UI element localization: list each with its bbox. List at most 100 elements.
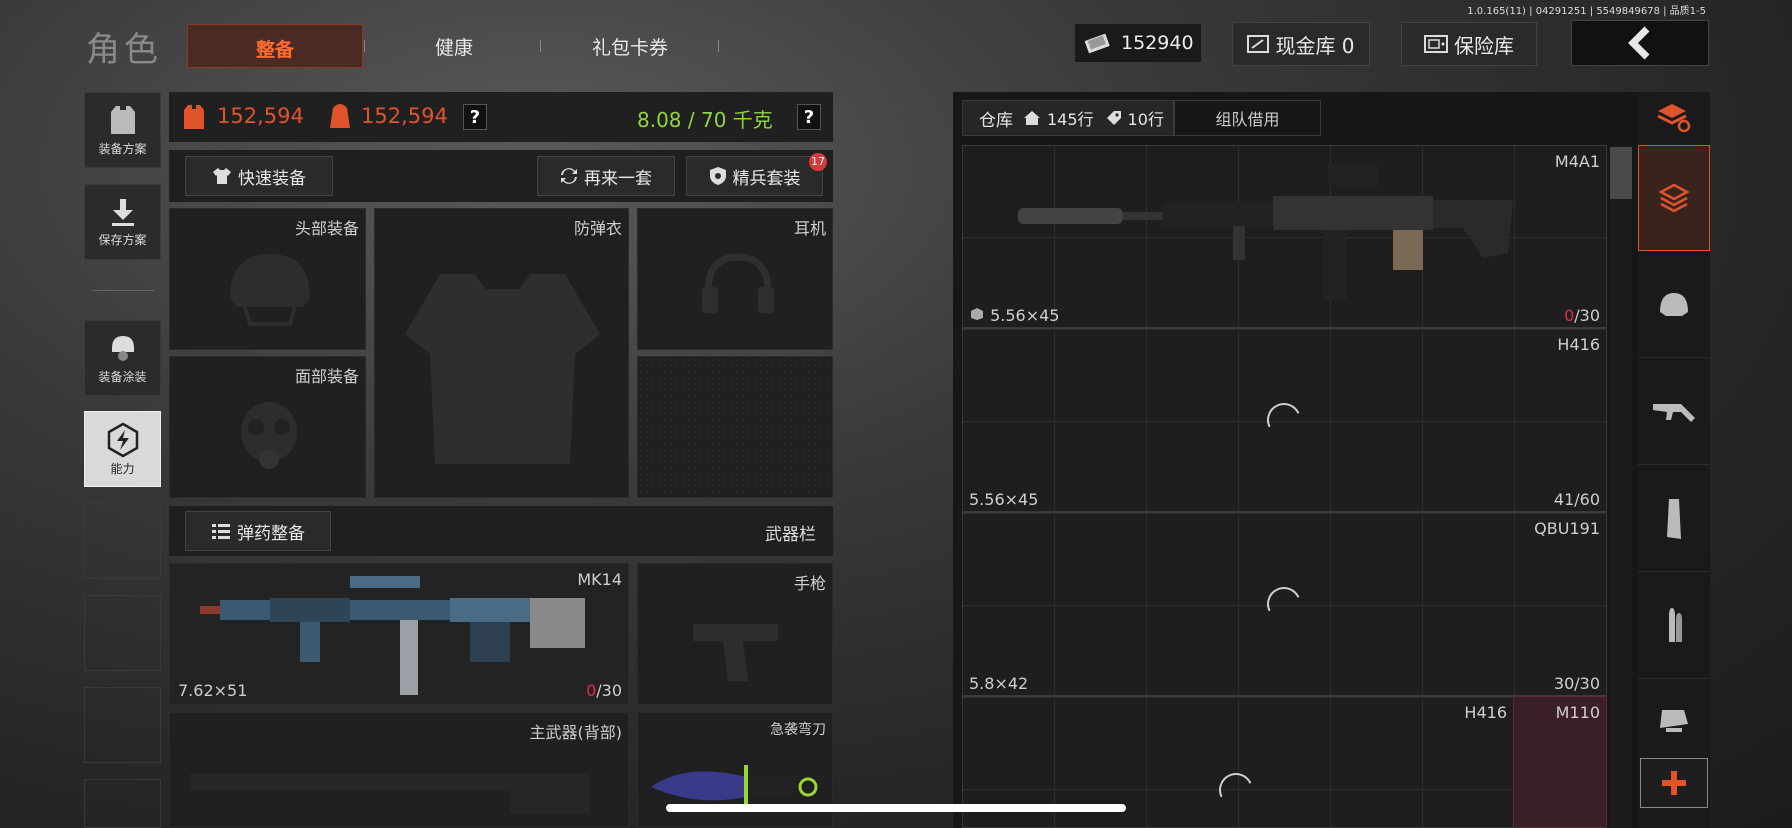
- warehouse-item-name: H416: [1557, 335, 1600, 354]
- cash-vault-button[interactable]: 现金库 0: [1232, 22, 1370, 66]
- magazine-icon: [1667, 498, 1681, 539]
- stack-icon: [1658, 183, 1690, 213]
- stats-bar: 152,594 152,594 ? 8.08 / 70 千克 ?: [169, 92, 833, 142]
- warehouse-tag-rows: 10行: [1127, 110, 1164, 129]
- filter-rifle-button[interactable]: [1638, 359, 1710, 465]
- page-title: 角色: [86, 30, 162, 70]
- tab-gifts[interactable]: 礼包卡券: [542, 24, 718, 68]
- filter-all-button[interactable]: [1638, 145, 1710, 251]
- rifle-icon: [1653, 403, 1695, 422]
- home-icon: [1024, 111, 1040, 125]
- shirt-icon: [213, 168, 231, 184]
- empty-slot: [84, 687, 161, 763]
- extra-slot[interactable]: [637, 356, 833, 498]
- ammo-box-icon: [971, 308, 983, 320]
- primary-weapon-slot[interactable]: MK14 7.62×51 0/30: [169, 563, 629, 705]
- face-slot[interactable]: 面部装备: [169, 356, 366, 498]
- filter-ammo-button[interactable]: [1638, 573, 1710, 679]
- headset-slot[interactable]: 耳机: [637, 208, 833, 350]
- warehouse-item[interactable]: M4A1 5.56×45 0/30: [962, 145, 1607, 328]
- nav-loadout-plan[interactable]: 装备方案: [84, 92, 161, 168]
- warehouse-item-caliber: 5.8×42: [969, 674, 1029, 693]
- warehouse-item-ammo: 0/30: [1564, 306, 1600, 325]
- tag-icon: [1106, 111, 1121, 125]
- primary-ammo: 0/30: [586, 681, 622, 700]
- warehouse-item-name: H416: [1464, 703, 1507, 722]
- warehouse-item-ammo: 30/30: [1553, 674, 1600, 693]
- warehouse-item-name: QBU191: [1534, 519, 1600, 538]
- empty-slot: [84, 779, 161, 828]
- ammo-equip-label: 弹药整备: [237, 523, 305, 544]
- warehouse-scrollbar[interactable]: [1610, 145, 1632, 828]
- backpack-value-icon: [330, 104, 350, 128]
- sort-refresh-button[interactable]: [1638, 92, 1710, 144]
- ammo-list-icon: [212, 524, 230, 539]
- refresh-icon: [561, 168, 577, 184]
- safe-button[interactable]: 保险库: [1401, 22, 1537, 66]
- warehouse-tab[interactable]: 仓库 145行 10行: [962, 100, 1174, 136]
- team-borrow-tab[interactable]: 组队借用: [1174, 100, 1321, 136]
- ammo-equip-button[interactable]: 弹药整备: [185, 511, 331, 551]
- empty-slot: [84, 595, 161, 671]
- elite-set-label: 精兵套装: [732, 168, 801, 189]
- warehouse-item-name: M4A1: [1554, 152, 1600, 171]
- quick-equip-label: 快速装备: [238, 168, 306, 189]
- value-help-button[interactable]: ?: [463, 104, 487, 130]
- tab-gifts-label: 礼包卡券: [591, 36, 668, 59]
- shield-icon: [709, 167, 726, 185]
- loading-spinner-icon: [1262, 398, 1306, 442]
- nav-ability[interactable]: 能力: [84, 411, 161, 487]
- cash-icon: [1084, 33, 1110, 54]
- elite-badge: 17: [809, 153, 827, 171]
- mk14-rifle-image: [200, 576, 585, 695]
- card-icon: [1247, 35, 1270, 53]
- elite-set-button[interactable]: 精兵套装: [686, 156, 823, 196]
- add-button[interactable]: [1640, 758, 1708, 808]
- vest-value-icon: [184, 105, 204, 129]
- vest-slot-label: 防弹衣: [573, 219, 622, 238]
- equip-value: 152,594: [217, 104, 304, 128]
- safe-icon: [1424, 35, 1448, 53]
- head-slot-label: 头部装备: [294, 219, 359, 238]
- build-info: 1.0.165(11) | 04291251 | 5549849678 | 品质…: [1467, 6, 1706, 17]
- nav-save-plan[interactable]: 保存方案: [84, 184, 161, 260]
- scope-icon: [1660, 710, 1688, 732]
- pistol-slot[interactable]: 手枪: [637, 563, 833, 705]
- helmet-icon: [1660, 292, 1688, 316]
- filter-helmet-button[interactable]: [1638, 252, 1710, 358]
- weight-help-label: ?: [803, 107, 815, 128]
- helmet-silhouette-icon: [230, 254, 310, 326]
- bullet-icon: [1669, 607, 1682, 642]
- gas-mask-silhouette-icon: [241, 402, 297, 469]
- vest-slot[interactable]: 防弹衣: [374, 208, 629, 498]
- lightning-icon: [107, 422, 138, 457]
- tab-separator: [540, 40, 541, 52]
- primary-ammo-max: /30: [596, 681, 622, 700]
- headset-slot-label: 耳机: [793, 219, 826, 238]
- head-slot[interactable]: 头部装备: [169, 208, 366, 350]
- quick-equip-button[interactable]: 快速装备: [185, 156, 333, 196]
- warehouse-item[interactable]: QBU191 5.8×42 30/30: [962, 512, 1607, 696]
- warehouse-item-name: M110: [1555, 703, 1600, 722]
- warehouse-item-ammo-current: 0: [1564, 306, 1575, 325]
- tab-equip[interactable]: 整备: [187, 24, 363, 68]
- filter-scope-button[interactable]: [1638, 680, 1710, 758]
- warehouse-item-highlighted[interactable]: M110: [1513, 696, 1607, 828]
- warehouse-home-rows: 145行: [1047, 110, 1094, 129]
- tab-health-label: 健康: [434, 36, 473, 59]
- weight-help-button[interactable]: ?: [797, 104, 821, 130]
- backup-weapon-slot[interactable]: 主武器(背部): [169, 712, 629, 828]
- nav-skin[interactable]: 装备涂装: [84, 320, 161, 396]
- warehouse-tab-label: 仓库: [979, 110, 1013, 131]
- again-button[interactable]: 再来一套: [537, 156, 675, 196]
- back-button[interactable]: [1571, 20, 1709, 66]
- tab-health[interactable]: 健康: [366, 24, 542, 68]
- empty-slot: [84, 503, 161, 579]
- nav-skin-label: 装备涂装: [98, 369, 147, 384]
- home-indicator[interactable]: [666, 804, 1126, 812]
- filter-magazine-button[interactable]: [1638, 466, 1710, 572]
- scrollbar-thumb[interactable]: [1610, 147, 1632, 199]
- melee-slot-label: 急袭弯刀: [770, 722, 826, 738]
- nav-save-plan-label: 保存方案: [98, 232, 147, 247]
- warehouse-item[interactable]: H416 5.56×45 41/60: [962, 328, 1607, 512]
